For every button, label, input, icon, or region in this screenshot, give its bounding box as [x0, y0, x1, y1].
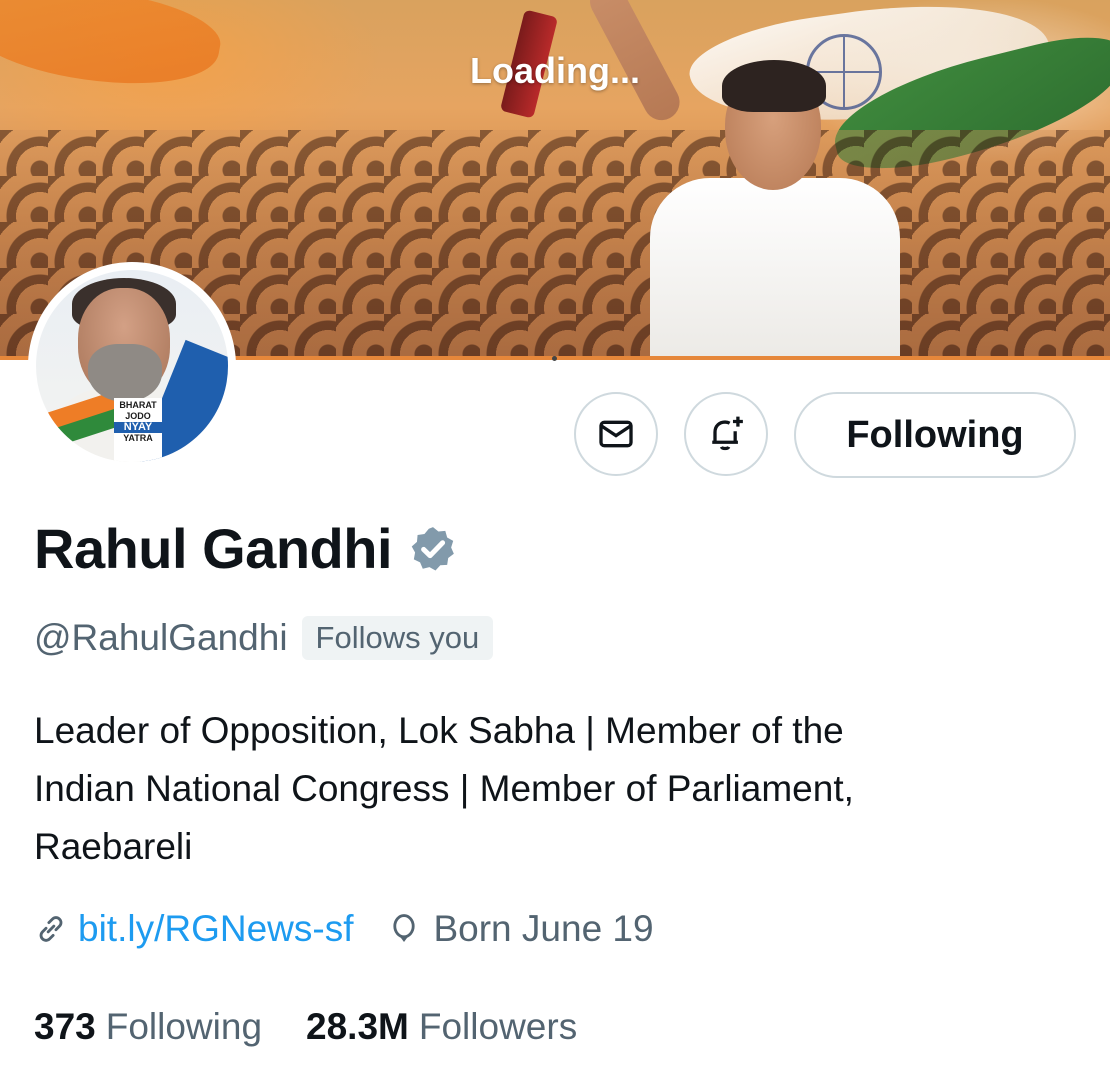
bell-plus-icon: [712, 416, 743, 451]
logo-line-yatra: YATRA: [123, 433, 153, 443]
mail-icon: [599, 420, 633, 448]
following-stat[interactable]: 373 Following: [34, 1006, 262, 1048]
profile-bio: Leader of Opposition, Lok Sabha | Member…: [34, 702, 1044, 876]
bio-line: Raebareli: [34, 826, 193, 867]
following-count: 373: [34, 1006, 96, 1047]
banner-dot: [552, 356, 557, 361]
link-icon: [39, 916, 63, 942]
profile-link[interactable]: bit.ly/RGNews-sf: [78, 908, 353, 950]
profile-meta: bit.ly/RGNews-sf Born June 19: [34, 908, 654, 950]
yatra-logo: BHARAT JODO NYAY YATRA: [114, 398, 162, 462]
logo-line-bharat: BHARAT: [119, 400, 157, 410]
banner-person: [583, 0, 910, 358]
avatar[interactable]: BHARAT JODO NYAY YATRA: [28, 262, 236, 470]
balloon-icon: [393, 914, 416, 942]
bio-line: Indian National Congress | Member of Par…: [34, 768, 854, 809]
follows-you-badge: Follows you: [301, 616, 494, 660]
message-button[interactable]: [574, 392, 658, 476]
bio-line: Leader of Opposition, Lok Sabha | Member…: [34, 710, 844, 751]
loading-text: Loading...: [470, 50, 640, 91]
profile-handle: @RahulGandhi: [34, 617, 288, 658]
followers-count: 28.3M: [306, 1006, 409, 1047]
handle-row: @RahulGandhi Follows you: [34, 616, 494, 660]
notifications-button[interactable]: [684, 392, 768, 476]
avatar-image: BHARAT JODO NYAY YATRA: [36, 270, 228, 462]
following-button[interactable]: Following: [794, 392, 1076, 478]
logo-line-nyay: NYAY: [114, 422, 162, 433]
profile-name: Rahul Gandhi: [34, 517, 393, 580]
profile-stats: 373 Following 28.3M Followers: [34, 1006, 577, 1048]
verified-badge-icon[interactable]: [408, 524, 458, 574]
followers-stat[interactable]: 28.3M Followers: [306, 1006, 577, 1048]
following-label: Following: [105, 1006, 263, 1047]
profile-name-row: Rahul Gandhi: [34, 516, 458, 581]
birthday-text: Born June 19: [433, 908, 654, 949]
followers-label: Followers: [418, 1006, 578, 1047]
